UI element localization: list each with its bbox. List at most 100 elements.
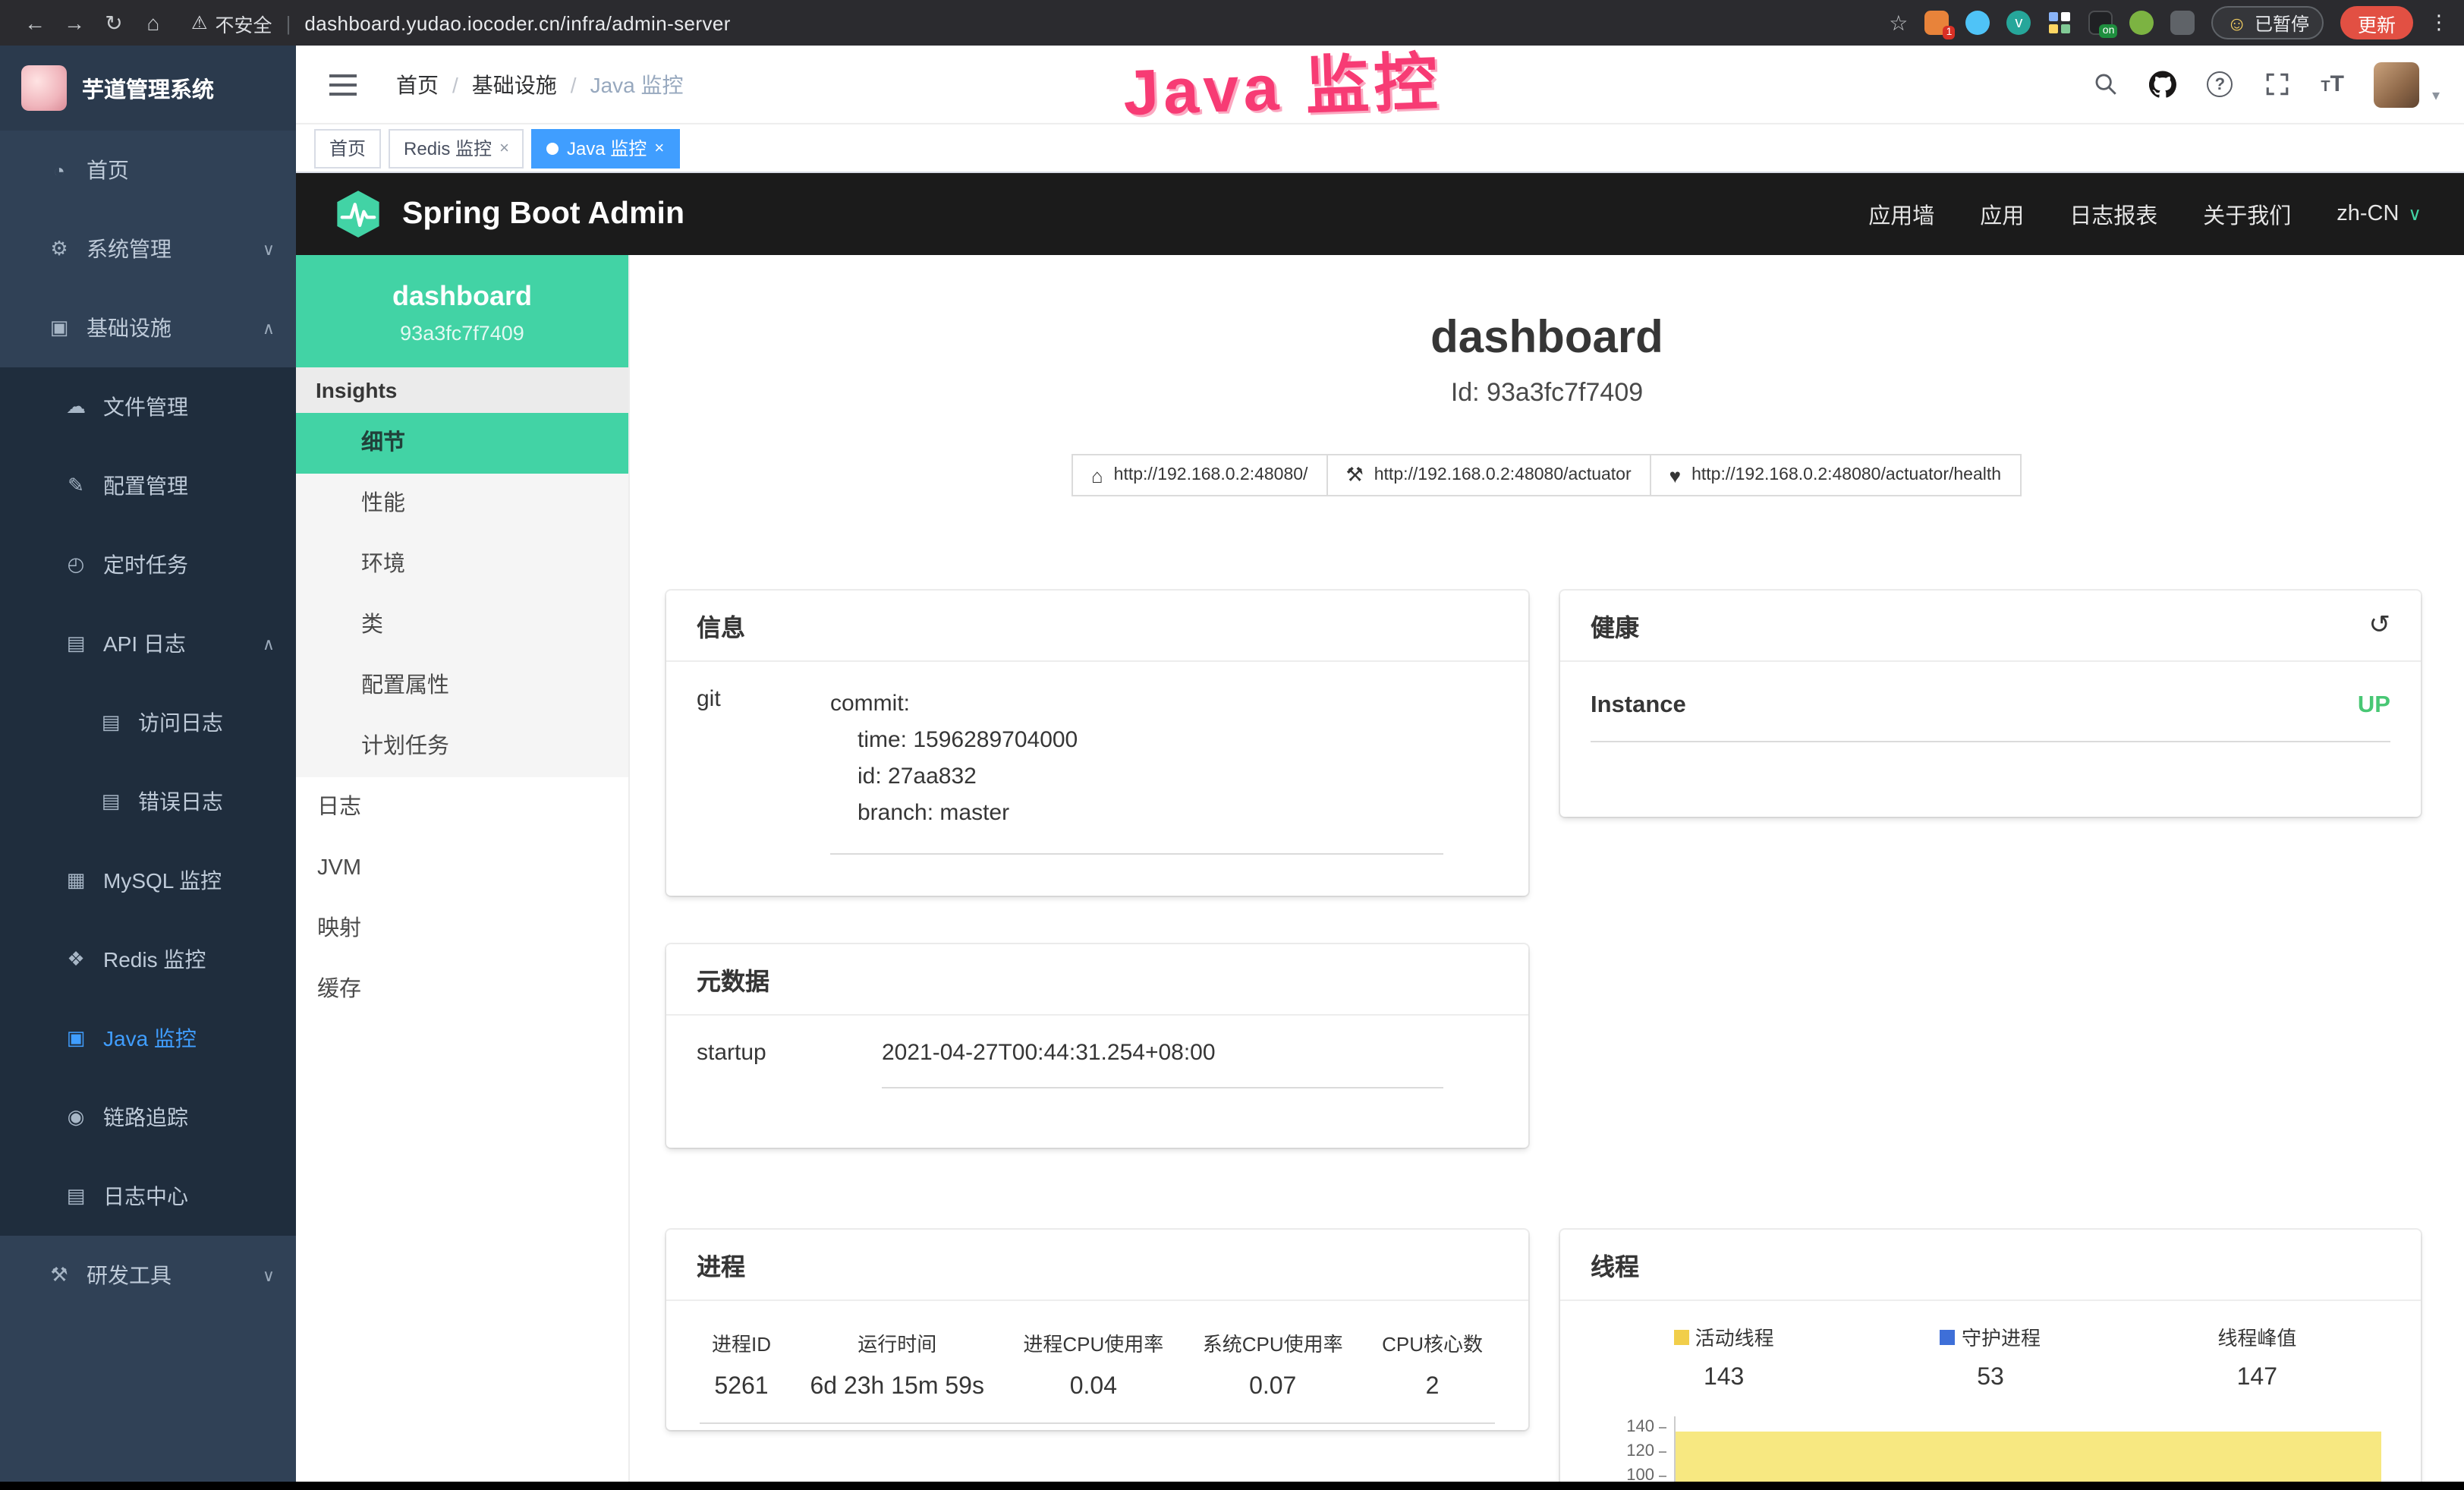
avatar-caret-icon: ▾ [2432,87,2440,107]
health-url-link[interactable]: ♥ http://192.168.0.2:48080/actuator/heal… [1650,454,2021,496]
profile-paused-pill[interactable]: ☺ 已暂停 [2211,6,2324,39]
sba-navbar: Spring Boot Admin 应用墙 应用 日志报表 关于我们 zh-CN… [296,173,2464,255]
chrome-update-button[interactable]: 更新 [2341,6,2412,39]
actuator-url-link[interactable]: ⚒ http://192.168.0.2:48080/actuator [1326,454,1651,496]
forward-icon[interactable]: → [55,11,94,35]
fullscreen-icon[interactable] [2263,71,2290,98]
sba-nav-wallboard[interactable]: 应用墙 [1868,198,1934,230]
instance-id: 93a3fc7f7409 [308,322,616,345]
tab-java-monitor[interactable]: Java 监控 × [532,128,679,168]
sidebar-item-error-log[interactable]: ▤ 错误日志 [0,762,296,841]
live-threads-swatch [1674,1329,1689,1344]
sba-menu-jvm[interactable]: JVM [296,838,628,899]
sidebar-item-mysql-monitor[interactable]: ▦ MySQL 监控 [0,841,296,920]
extension-icon-3[interactable]: v [2006,11,2031,35]
java-monitor-icon: ▣ [62,1026,90,1051]
sba-nav-journal[interactable]: 日志报表 [2069,198,2157,230]
breadcrumb-infra[interactable]: 基础设施 [472,69,557,99]
sidebar-item-api-log[interactable]: ▤ API 日志 ∧ [0,604,296,683]
info-value: commit: time: 1596289704000 id: 27aa832 … [830,686,1443,855]
sidebar-item-java-monitor[interactable]: ▣ Java 监控 [0,999,296,1078]
sba-menu-details[interactable]: 细节 [296,413,628,474]
extension-icon-5[interactable]: on [2088,11,2113,35]
threads-chart: 140 120 100 [1591,1404,2390,1481]
extension-badge: 1 [1943,26,1956,39]
metadata-value: 2021-04-27T00:44:31.254+08:00 [882,1040,1443,1088]
health-card-title: 健康 [1591,607,1639,644]
reload-icon[interactable]: ↻ [94,10,134,36]
threads-card-title: 线程 [1591,1246,1639,1283]
sba-menu-classes[interactable]: 类 [296,595,628,656]
database-icon: ▦ [62,868,90,893]
sidebar-item-infrastructure[interactable]: ▣ 基础设施 ∧ [0,288,296,367]
sidebar-item-home[interactable]: ◔ 首页 [0,131,296,209]
extension-icon-1[interactable]: 1 [1924,11,1949,35]
close-icon[interactable]: × [499,139,509,157]
info-card: 信息 git commit: time: 1596289704000 id: 2… [666,591,1528,896]
process-card-title: 进程 [697,1246,745,1283]
chrome-menu-icon[interactable]: ⋮ [2429,11,2449,35]
sba-brand[interactable]: Spring Boot Admin [332,188,684,240]
profile-emoji-icon: ☺ [2226,11,2247,34]
chevron-up-icon: ∧ [263,318,275,338]
info-card-title: 信息 [697,607,745,644]
health-card: 健康 ↺ Instance UP [1560,591,2421,817]
sidebar-item-file-mgmt[interactable]: ☁ 文件管理 [0,367,296,446]
address-bar[interactable]: ⚠ 不安全 | dashboard.yudao.iocoder.cn/infra… [191,8,731,37]
sidebar-item-log-center[interactable]: ▤ 日志中心 [0,1157,296,1236]
hamburger-icon[interactable] [329,74,357,77]
sidebar-item-system-mgmt[interactable]: ⚙ 系统管理 ∨ [0,209,296,288]
sba-menu-metrics[interactable]: 性能 [296,474,628,534]
tools-icon: ⚒ [46,1263,73,1287]
font-size-icon[interactable]: TT [2321,73,2344,96]
document-icon: ▤ [97,789,124,814]
sba-menu-config-props[interactable]: 配置属性 [296,656,628,717]
sidebar-item-config-mgmt[interactable]: ✎ 配置管理 [0,446,296,525]
home-icon[interactable]: ⌂ [134,11,173,35]
metadata-card-title: 元数据 [697,961,769,997]
help-icon[interactable]: ? [2207,71,2233,97]
sidebar-item-tracing[interactable]: ◉ 链路追踪 [0,1078,296,1157]
extensions-puzzle-icon[interactable] [2170,11,2195,35]
active-tab-dot [547,142,559,154]
peak-threads-value: 147 [2124,1365,2390,1392]
close-icon[interactable]: × [654,139,664,157]
sidebar-item-access-log[interactable]: ▤ 访问日志 [0,683,296,762]
extension-icon-4[interactable] [2047,11,2072,35]
user-avatar[interactable] [2374,61,2420,107]
service-url-link[interactable]: ⌂ http://192.168.0.2:48080/ [1072,454,1328,496]
breadcrumb-home[interactable]: 首页 [396,69,439,99]
sba-nav-applications[interactable]: 应用 [1980,198,2024,230]
sidebar-item-scheduled-jobs[interactable]: ◴ 定时任务 [0,525,296,604]
sba-menu-logs[interactable]: 日志 [296,777,628,838]
sba-menu-environment[interactable]: 环境 [296,534,628,595]
not-secure-label: 不安全 [216,8,272,37]
process-card: 进程 进程ID5261 运行时间6d 23h 15m 59s 进程CPU使用率0… [666,1230,1528,1430]
sba-menu-scheduled-tasks[interactable]: 计划任务 [296,717,628,777]
sidebar-item-redis-monitor[interactable]: ❖ Redis 监控 [0,920,296,999]
sidebar-item-dev-tools[interactable]: ⚒ 研发工具 ∨ [0,1236,296,1315]
document-icon: ▤ [62,632,90,656]
info-key: git [697,686,830,855]
instance-header: dashboard 93a3fc7f7409 [296,255,628,367]
metadata-card: 元数据 startup 2021-04-27T00:44:31.254+08:0… [666,944,1528,1148]
bookmark-star-icon[interactable]: ☆ [1889,10,1908,36]
github-icon[interactable] [2149,71,2176,98]
sba-nav-about[interactable]: 关于我们 [2203,198,2291,230]
sba-menu-caches[interactable]: 缓存 [296,959,628,1020]
monitor-icon: ▣ [46,316,73,340]
clock-icon: ◴ [62,553,90,577]
document-icon: ▤ [62,1184,90,1208]
sba-menu-mappings[interactable]: 映射 [296,899,628,959]
extension-icon-6[interactable] [2129,11,2154,35]
back-icon[interactable]: ← [15,11,55,35]
url-text[interactable]: dashboard.yudao.iocoder.cn/infra/admin-s… [304,11,730,34]
cloud-icon: ☁ [62,395,90,419]
extension-icon-2[interactable] [1965,11,1990,35]
tab-redis-monitor[interactable]: Redis 监控 × [389,128,524,168]
search-icon[interactable] [2091,71,2119,98]
tab-home[interactable]: 首页 [314,128,381,168]
threads-legend: 活动线程 143 守护进程 53 线程峰值 147 [1591,1319,2390,1392]
sba-locale-select[interactable]: zh-CN ∨ [2337,202,2422,226]
history-icon[interactable]: ↺ [2369,610,2391,641]
